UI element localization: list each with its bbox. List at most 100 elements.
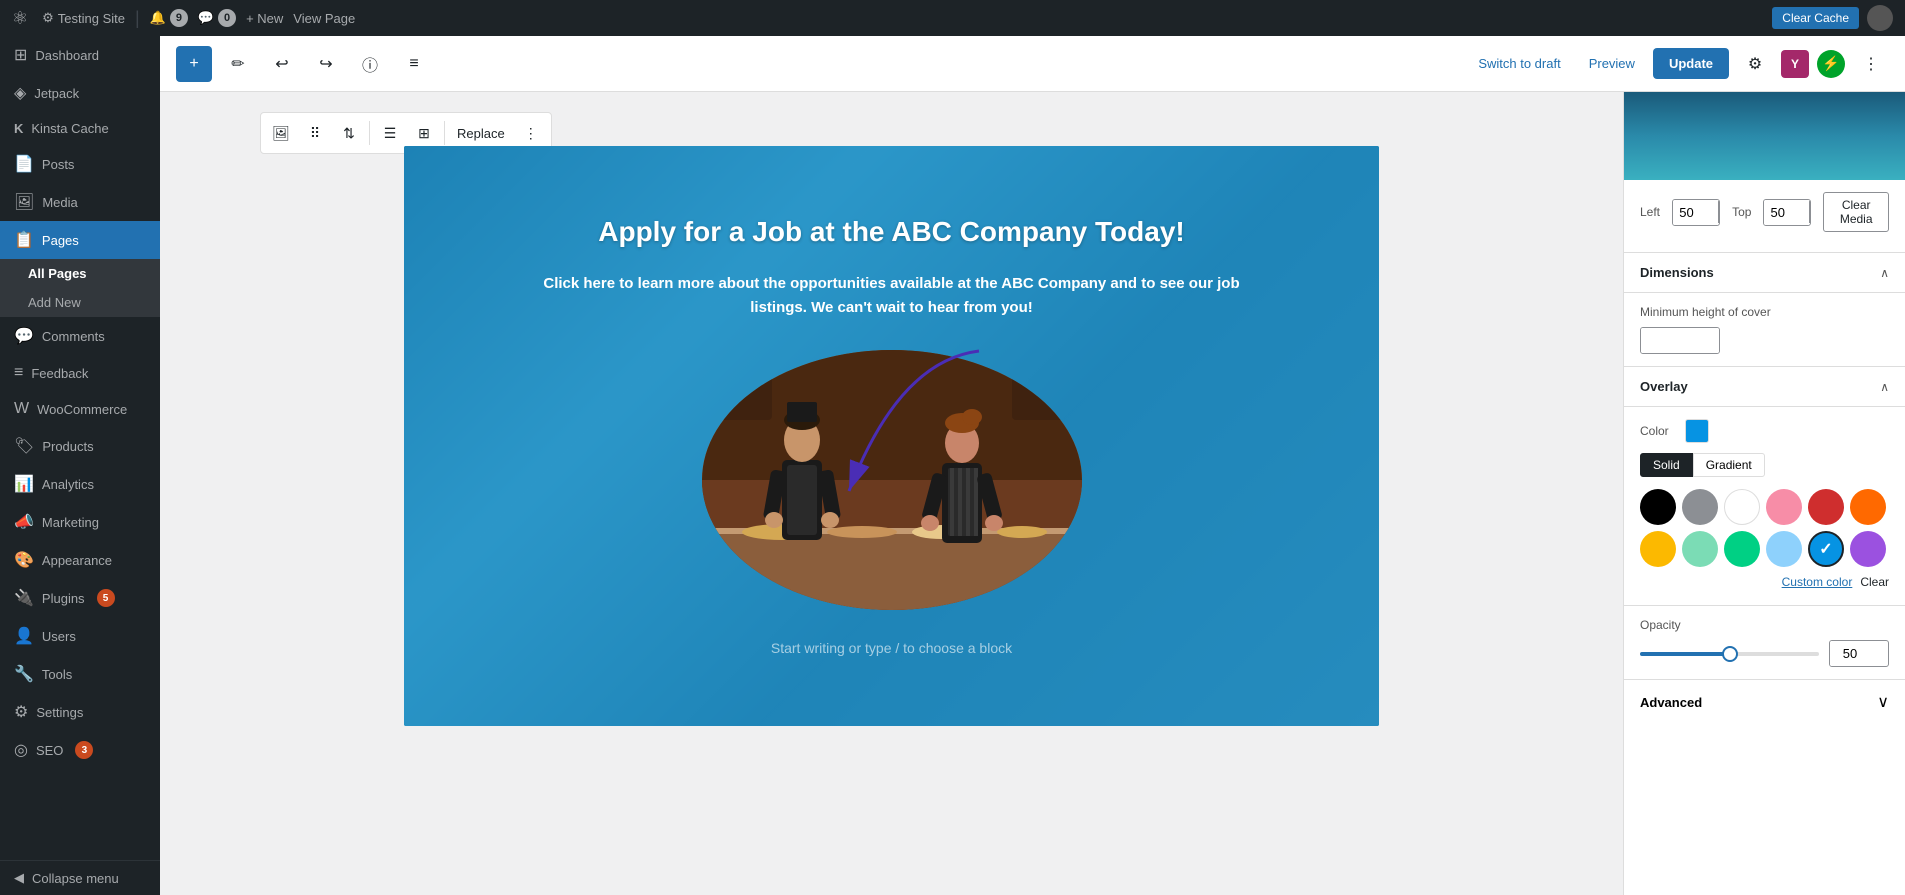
color-swatch-pink[interactable]	[1766, 489, 1802, 525]
collapse-icon: ◀	[14, 870, 24, 886]
undo-icon: ↩	[275, 54, 288, 74]
color-swatch-purple[interactable]	[1850, 531, 1886, 567]
sidebar-item-analytics[interactable]: 📊 Analytics	[0, 465, 160, 503]
clear-media-button[interactable]: Clear Media	[1823, 192, 1889, 232]
pencil-icon: ✏	[231, 54, 244, 74]
sidebar-item-tools[interactable]: 🔧 Tools	[0, 655, 160, 693]
plugins-icon: 🔌	[14, 588, 34, 608]
sidebar-item-woocommerce[interactable]: W WooCommerce	[0, 391, 160, 427]
block-more-button[interactable]: ⋮	[515, 117, 547, 149]
overlay-color-swatch[interactable]	[1685, 419, 1709, 443]
list-view-button[interactable]: ≡	[396, 46, 432, 82]
opacity-input[interactable]	[1830, 641, 1870, 666]
drag-icon: ⠿	[310, 125, 320, 142]
block-arrows-button[interactable]: ⇅	[333, 117, 365, 149]
color-swatch-blue-light[interactable]	[1766, 531, 1802, 567]
sidebar-item-feedback[interactable]: ≡ Feedback	[0, 355, 160, 391]
site-name[interactable]: ⚙ Testing Site	[42, 10, 125, 26]
sidebar-item-jetpack[interactable]: ◈ Jetpack	[0, 74, 160, 112]
yoast-icon[interactable]: Y	[1781, 50, 1809, 78]
editor-settings-button[interactable]: ⚙	[1737, 46, 1773, 82]
left-input[interactable]	[1673, 200, 1718, 225]
analytics-icon: 📊	[14, 474, 34, 494]
color-swatch-yellow[interactable]	[1640, 531, 1676, 567]
color-swatch-orange[interactable]	[1850, 489, 1886, 525]
sidebar-item-kinsta[interactable]: K Kinsta Cache	[0, 112, 160, 145]
updates-item[interactable]: 🔔 9	[150, 9, 188, 27]
sidebar-item-media[interactable]: 🖼 Media	[0, 183, 160, 221]
opacity-slider[interactable]	[1640, 652, 1819, 656]
more-options-button[interactable]: ⋮	[1853, 46, 1889, 82]
color-swatch-green-light[interactable]	[1682, 531, 1718, 567]
undo-button[interactable]: ↩	[264, 46, 300, 82]
color-swatch-blue[interactable]: ✓	[1808, 531, 1844, 567]
solid-button[interactable]: Solid	[1640, 453, 1693, 477]
content-area: + ✏ ↩ ↪ ⓘ ≡ Switch to draft Preview Upda…	[160, 36, 1905, 895]
switch-to-draft-button[interactable]: Switch to draft	[1468, 50, 1570, 77]
sidebar-sub-add-new[interactable]: Add New	[0, 288, 160, 317]
cover-title[interactable]: Apply for a Job at the ABC Company Today…	[444, 216, 1339, 248]
pages-icon: 📋	[14, 230, 34, 250]
block-drag-button[interactable]: ⠿	[299, 117, 331, 149]
right-panel-preview-image	[1624, 92, 1905, 180]
preview-button[interactable]: Preview	[1579, 50, 1645, 77]
color-swatch-black[interactable]	[1640, 489, 1676, 525]
appearance-icon: 🎨	[14, 550, 34, 570]
position-section: Left % Top % Clear Media	[1624, 180, 1905, 253]
users-icon: 👤	[14, 626, 34, 646]
add-block-button[interactable]: +	[176, 46, 212, 82]
sidebar-item-seo[interactable]: ◎ SEO 3	[0, 731, 160, 769]
view-page-item[interactable]: View Page	[293, 11, 355, 26]
sidebar-item-dashboard[interactable]: ⊞ Dashboard	[0, 36, 160, 74]
block-image-button[interactable]: 🖼	[265, 117, 297, 149]
block-editor[interactable]: 🖼 ⠿ ⇅ ☰ ⊞	[160, 92, 1623, 895]
sidebar-item-products[interactable]: 🏷 Products	[0, 427, 160, 465]
redo-button[interactable]: ↪	[308, 46, 344, 82]
cover-block[interactable]: Apply for a Job at the ABC Company Today…	[404, 146, 1379, 726]
admin-avatar[interactable]	[1867, 5, 1893, 31]
comments-item[interactable]: 💬 0	[198, 9, 236, 27]
new-item[interactable]: + New	[246, 11, 283, 26]
replace-button[interactable]: Replace	[449, 117, 513, 149]
sidebar-item-plugins[interactable]: 🔌 Plugins 5	[0, 579, 160, 617]
block-align-button[interactable]: ☰	[374, 117, 406, 149]
opacity-thumb[interactable]	[1722, 646, 1738, 662]
update-button[interactable]: Update	[1653, 48, 1729, 79]
overlay-header[interactable]: Overlay ∧	[1624, 367, 1905, 407]
cover-subtitle[interactable]: Click here to learn more about the oppor…	[542, 272, 1242, 320]
sidebar-item-settings[interactable]: ⚙ Settings	[0, 693, 160, 731]
min-height-input[interactable]	[1641, 328, 1720, 353]
selected-checkmark: ✓	[1819, 539, 1832, 559]
wordpress-icon[interactable]: ⚛	[12, 8, 28, 29]
block-grid-button[interactable]: ⊞	[408, 117, 440, 149]
sidebar-sub-all-pages[interactable]: All Pages	[0, 259, 160, 288]
jetpack-icon: ◈	[14, 83, 26, 103]
sidebar: ⊞ Dashboard ◈ Jetpack K Kinsta Cache 📄 P…	[0, 36, 160, 895]
advanced-header[interactable]: Advanced ∨	[1640, 692, 1889, 712]
custom-color-link[interactable]: Custom color	[1782, 575, 1853, 589]
edit-button[interactable]: ✏	[220, 46, 256, 82]
dashboard-icon: ⊞	[14, 45, 27, 65]
color-swatch-white[interactable]	[1724, 489, 1760, 525]
color-swatch-green[interactable]	[1724, 531, 1760, 567]
lightning-icon[interactable]: ⚡	[1817, 50, 1845, 78]
left-unit: %	[1718, 201, 1720, 223]
collapse-menu-button[interactable]: ◀ Collapse menu	[0, 861, 160, 895]
sidebar-item-users[interactable]: 👤 Users	[0, 617, 160, 655]
dimensions-header[interactable]: Dimensions ∧	[1624, 253, 1905, 293]
clear-color-button[interactable]: Clear	[1860, 575, 1889, 589]
top-input[interactable]	[1764, 200, 1809, 225]
sidebar-item-appearance[interactable]: 🎨 Appearance	[0, 541, 160, 579]
clear-cache-button[interactable]: Clear Cache	[1772, 7, 1859, 29]
color-swatch-red[interactable]	[1808, 489, 1844, 525]
sidebar-item-pages[interactable]: 📋 Pages	[0, 221, 160, 259]
sidebar-item-marketing[interactable]: 📣 Marketing	[0, 503, 160, 541]
color-swatch-gray[interactable]	[1682, 489, 1718, 525]
arrow-svg	[819, 341, 1019, 521]
cover-placeholder[interactable]: Start writing or type / to choose a bloc…	[444, 640, 1339, 656]
gradient-button[interactable]: Gradient	[1693, 453, 1765, 477]
sidebar-item-posts[interactable]: 📄 Posts	[0, 145, 160, 183]
info-button[interactable]: ⓘ	[352, 46, 388, 82]
sidebar-item-comments[interactable]: 💬 Comments	[0, 317, 160, 355]
comments-icon: 💬	[14, 326, 34, 346]
